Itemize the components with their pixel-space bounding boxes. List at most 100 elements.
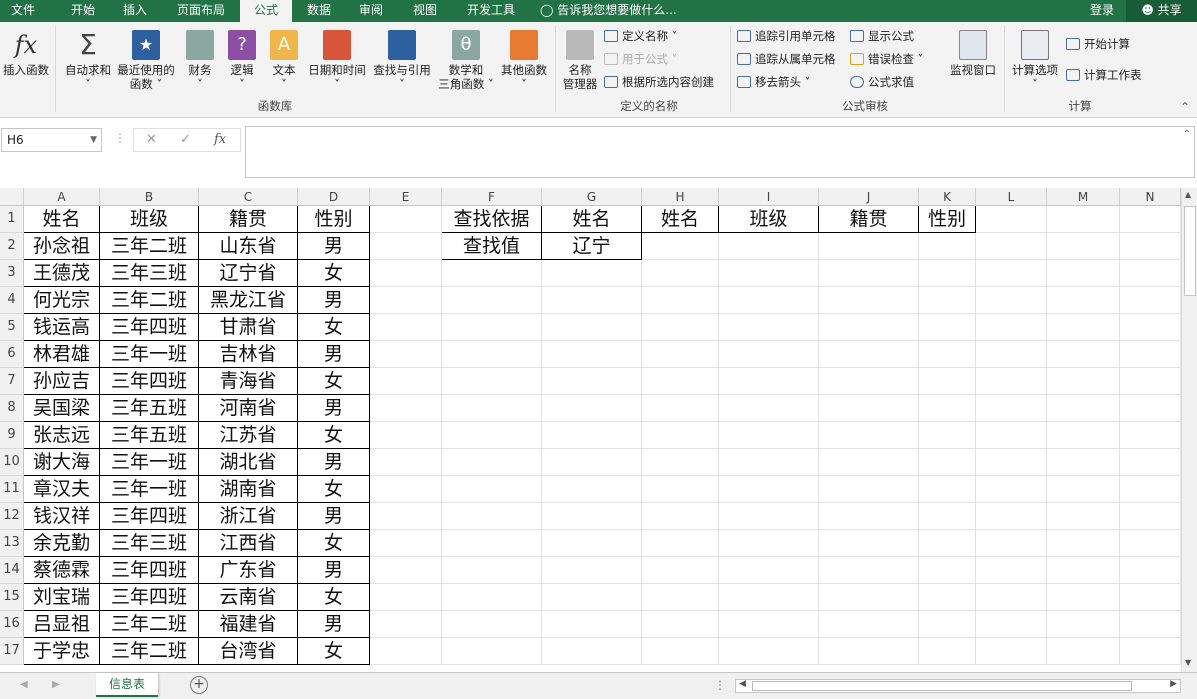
grid-cell[interactable] [919,638,976,665]
data-cell[interactable]: 女 [298,368,370,395]
data-cell[interactable]: 张志远 [24,422,100,449]
grid-cell[interactable] [919,503,976,530]
scroll-right-icon[interactable]: ▶ [1170,679,1177,689]
data-cell[interactable]: 钱汉祥 [24,503,100,530]
grid-cell[interactable] [370,611,442,638]
insert-function-button[interactable]: fx 插入函数 [0,30,52,77]
data-cell[interactable]: 女 [298,530,370,557]
column-header[interactable]: C [199,188,298,206]
define-name-button[interactable]: 定义名称 ˅ [604,28,677,44]
grid-cell[interactable] [819,395,919,422]
grid-cell[interactable] [819,476,919,503]
data-cell[interactable]: 甘肃省 [199,314,298,341]
grid-cell[interactable] [719,287,819,314]
row-header[interactable]: 5 [0,314,24,341]
grid-cell[interactable] [442,422,542,449]
data-cell[interactable]: 何光宗 [24,287,100,314]
data-cell[interactable]: 籍贯 [199,206,298,233]
grid-cell[interactable] [919,476,976,503]
column-header[interactable]: L [976,188,1047,206]
grid-cell[interactable] [719,260,819,287]
grid-cell[interactable] [442,395,542,422]
grid-cell[interactable] [919,368,976,395]
grid-cell[interactable] [642,638,719,665]
data-cell[interactable]: 辽宁省 [199,260,298,287]
grid-cell[interactable] [1120,638,1181,665]
grid-cell[interactable] [719,449,819,476]
trace-precedents-button[interactable]: 追踪引用单元格 [737,28,836,44]
data-cell[interactable]: 三年二班 [100,287,199,314]
next-sheet-icon[interactable]: ▶ [52,679,60,690]
grid-cell[interactable] [370,557,442,584]
grid-cell[interactable] [542,584,642,611]
data-cell[interactable]: 男 [298,449,370,476]
grid-cell[interactable] [442,503,542,530]
lookup-criteria-value[interactable]: 姓名 [542,206,642,233]
grid-cell[interactable] [370,449,442,476]
grid-cell[interactable] [1120,503,1181,530]
data-cell[interactable]: 浙江省 [199,503,298,530]
enter-check-icon[interactable]: ✓ [180,129,191,151]
grid-cell[interactable] [719,476,819,503]
grid-cell[interactable] [1120,341,1181,368]
data-cell[interactable]: 孙念祖 [24,233,100,260]
tab-home[interactable]: 开始 [58,0,108,22]
grid-cell[interactable] [1047,584,1120,611]
remove-arrows-button[interactable]: 移去箭头 ˅ [737,74,810,90]
sheet-tab-info[interactable]: 信息表 [96,673,158,697]
data-cell[interactable]: 班级 [100,206,199,233]
grid-cell[interactable] [1120,395,1181,422]
grid-cell[interactable] [719,638,819,665]
data-cell[interactable]: 三年一班 [100,341,199,368]
data-cell[interactable]: 男 [298,503,370,530]
grid-cell[interactable] [819,233,919,260]
grid-cell[interactable] [976,233,1047,260]
grid-cell[interactable] [819,584,919,611]
data-cell[interactable]: 山东省 [199,233,298,260]
grid-cell[interactable] [976,638,1047,665]
grid-cell[interactable] [919,422,976,449]
grid-cell[interactable] [442,449,542,476]
column-header[interactable]: E [370,188,442,206]
grid-cell[interactable] [642,611,719,638]
grid-cell[interactable] [542,503,642,530]
data-cell[interactable]: 三年四班 [100,368,199,395]
grid-cell[interactable] [370,530,442,557]
row-header[interactable]: 16 [0,611,24,638]
data-cell[interactable]: 刘宝瑞 [24,584,100,611]
grid-cell[interactable] [919,557,976,584]
column-header[interactable]: I [719,188,819,206]
grid-cell[interactable] [370,260,442,287]
formula-input[interactable]: ⌃ [245,126,1195,178]
data-cell[interactable]: 三年五班 [100,395,199,422]
calculate-sheet-button[interactable]: 计算工作表 [1066,67,1142,83]
data-cell[interactable]: 台湾省 [199,638,298,665]
grid-cell[interactable] [1047,368,1120,395]
grid-cell[interactable] [1047,503,1120,530]
row-header[interactable]: 6 [0,341,24,368]
horizontal-scroll-thumb[interactable] [752,681,1132,691]
data-cell[interactable]: 女 [298,638,370,665]
grid-cell[interactable] [642,287,719,314]
grid-cell[interactable] [1120,368,1181,395]
grid-cell[interactable] [1047,422,1120,449]
grid-cell[interactable] [442,287,542,314]
grid-cell[interactable] [1120,611,1181,638]
data-cell[interactable]: 三年二班 [100,638,199,665]
grid-cell[interactable] [819,314,919,341]
grid-cell[interactable] [442,341,542,368]
evaluate-formula-button[interactable]: 公式求值 [850,74,914,90]
row-header[interactable]: 15 [0,584,24,611]
grid-cell[interactable] [370,233,442,260]
data-cell[interactable]: 吴国梁 [24,395,100,422]
grid-cell[interactable] [1120,314,1181,341]
grid-cell[interactable] [919,233,976,260]
grid-cell[interactable] [719,314,819,341]
data-cell[interactable]: 青海省 [199,368,298,395]
data-cell[interactable]: 三年四班 [100,584,199,611]
lookup-value[interactable]: 辽宁 [542,233,642,260]
grid-cell[interactable] [370,395,442,422]
grid-cell[interactable] [719,611,819,638]
grid-cell[interactable] [542,368,642,395]
grid-cell[interactable] [976,449,1047,476]
